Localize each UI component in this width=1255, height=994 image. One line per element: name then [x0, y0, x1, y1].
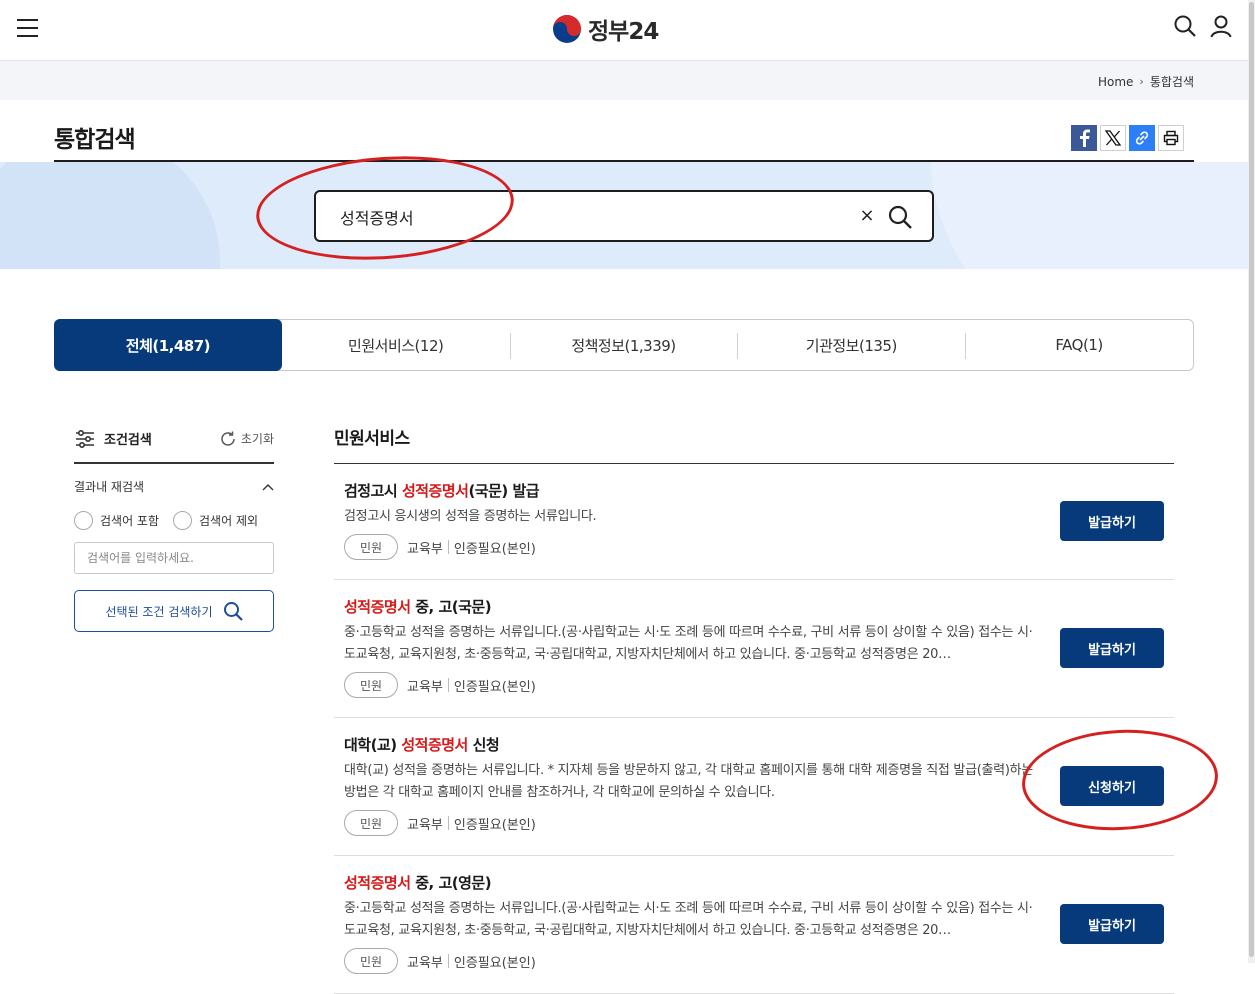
- category-badge: 민원: [344, 672, 398, 698]
- result-title[interactable]: 성적증명서 중, 고(국문): [344, 596, 1164, 618]
- result-item: 검정고시 성적증명서(국문) 발급 검정고시 응시생의 성적을 증명하는 서류입…: [334, 464, 1174, 580]
- result-description: 검정고시 응시생의 성적을 증명하는 서류입니다.: [344, 509, 597, 524]
- print-icon[interactable]: [1158, 125, 1184, 151]
- refine-search-input[interactable]: [74, 542, 274, 574]
- facebook-icon[interactable]: [1071, 125, 1097, 151]
- auth-requirement: 인증필요(본인): [453, 817, 536, 833]
- breadcrumb-current: 통합검색: [1149, 75, 1194, 89]
- issue-button[interactable]: 발급하기: [1060, 628, 1164, 668]
- issue-button[interactable]: 발급하기: [1060, 904, 1164, 944]
- radio-exclude[interactable]: 검색어 제외: [173, 511, 258, 530]
- breadcrumb-home[interactable]: Home: [1098, 75, 1133, 89]
- result-meta: 민원 교육부 인증필요(본인): [344, 810, 1164, 836]
- apply-filter-label: 선택된 조건 검색하기: [105, 604, 213, 619]
- x-icon[interactable]: [1100, 125, 1126, 151]
- tab-faq[interactable]: FAQ(1): [965, 320, 1193, 370]
- share-toolbar: [1071, 125, 1184, 151]
- search-input[interactable]: [340, 204, 840, 230]
- org-name: 교육부: [407, 817, 443, 833]
- search-icon[interactable]: [1173, 14, 1197, 38]
- category-badge: 민원: [344, 534, 398, 560]
- result-meta: 민원 교육부 인증필요(본인): [344, 672, 1164, 698]
- chevron-up-icon[interactable]: [262, 483, 274, 491]
- result-meta: 민원 교육부 인증필요(본인): [344, 534, 1164, 560]
- reset-label: 초기화: [240, 432, 274, 446]
- user-icon[interactable]: [1209, 14, 1233, 38]
- tab-agency-info[interactable]: 기관정보(135): [737, 320, 965, 370]
- radio-include[interactable]: 검색어 포함: [74, 511, 159, 530]
- search-box: ×: [314, 190, 934, 242]
- issue-button[interactable]: 발급하기: [1060, 501, 1164, 541]
- sliders-icon: [76, 429, 94, 448]
- result-description: 중·고등학교 성적을 증명하는 서류입니다.(공·사립학교는 시·도 조례 등에…: [344, 901, 1033, 938]
- result-item: 성적증명서 중, 고(국문) 중·고등학교 성적을 증명하는 서류입니다.(공·…: [334, 580, 1174, 718]
- org-name: 교육부: [407, 955, 443, 971]
- tab-all[interactable]: 전체(1,487): [54, 319, 282, 371]
- org-name: 교육부: [407, 541, 443, 557]
- breadcrumb-bar: Home › 통합검색: [0, 60, 1248, 100]
- taegeuk-logo-icon: [553, 15, 581, 43]
- chevron-right-icon: ›: [1139, 75, 1144, 88]
- category-badge: 민원: [344, 948, 398, 974]
- result-title[interactable]: 대학(교) 성적증명서 신청: [344, 734, 1164, 756]
- tab-policy-info[interactable]: 정책정보(1,339): [509, 320, 738, 370]
- result-item: 성적증명서 중, 고(영문) 중·고등학교 성적을 증명하는 서류입니다.(공·…: [334, 856, 1174, 994]
- result-title[interactable]: 성적증명서 중, 고(영문): [344, 872, 1164, 894]
- link-icon[interactable]: [1129, 125, 1155, 151]
- auth-requirement: 인증필요(본인): [453, 679, 536, 695]
- result-title[interactable]: 검정고시 성적증명서(국문) 발급: [344, 480, 1164, 502]
- filter-header: 조건검색 초기화: [74, 423, 274, 464]
- reset-button[interactable]: 초기화: [219, 430, 274, 448]
- hamburger-menu-icon[interactable]: [17, 19, 38, 38]
- top-header: 정부24: [0, 0, 1248, 60]
- logo-text: 정부24: [588, 19, 659, 45]
- category-badge: 민원: [344, 810, 398, 836]
- tab-civil-services[interactable]: 민원서비스(12): [282, 320, 510, 370]
- result-list: 검정고시 성적증명서(국문) 발급 검정고시 응시생의 성적을 증명하는 서류입…: [334, 464, 1174, 994]
- filter-title: 조건검색: [104, 433, 152, 448]
- refresh-icon: [221, 431, 235, 446]
- refine-header[interactable]: 결과내 재검색: [74, 478, 274, 495]
- result-meta: 민원 교육부 인증필요(본인): [344, 948, 1164, 974]
- result-tabs: 전체(1,487) 민원서비스(12) 정책정보(1,339) 기관정보(135…: [54, 319, 1194, 371]
- site-logo[interactable]: 정부24: [552, 12, 659, 46]
- clear-icon[interactable]: ×: [857, 206, 877, 226]
- result-item: 대학(교) 성적증명서 신청 대학(교) 성적을 증명하는 서류입니다. * 지…: [334, 718, 1174, 856]
- auth-requirement: 인증필요(본인): [453, 955, 536, 971]
- refine-options: 검색어 포함 검색어 제외: [74, 511, 274, 530]
- apply-button[interactable]: 신청하기: [1060, 766, 1164, 806]
- auth-requirement: 인증필요(본인): [453, 541, 536, 557]
- breadcrumb: Home › 통합검색: [1098, 73, 1194, 90]
- refine-title: 결과내 재검색: [74, 480, 145, 494]
- apply-filter-button[interactable]: 선택된 조건 검색하기: [74, 590, 274, 632]
- page-title: 통합검색: [54, 127, 136, 153]
- org-name: 교육부: [407, 679, 443, 695]
- result-description: 중·고등학교 성적을 증명하는 서류입니다.(공·사립학교는 시·도 조례 등에…: [344, 625, 1033, 662]
- search-icon: [223, 602, 243, 621]
- result-description: 대학(교) 성적을 증명하는 서류입니다. * 지자체 등을 방문하지 않고, …: [344, 763, 1033, 800]
- filter-panel: 조건검색 초기화 결과내 재검색 검색어 포함 검색어 제외 선택된 조건 검색…: [74, 423, 274, 632]
- section-title: 민원서비스: [334, 429, 410, 449]
- page-scrollbar[interactable]: [1248, 0, 1255, 963]
- search-submit-icon[interactable]: [887, 204, 913, 230]
